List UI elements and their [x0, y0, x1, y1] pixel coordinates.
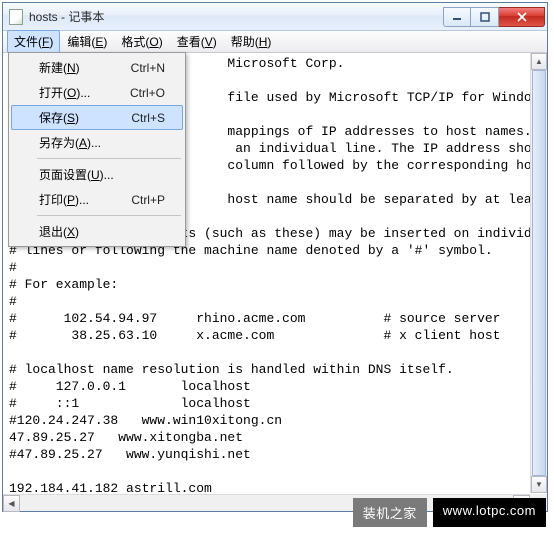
watermark-left: 装机之家	[353, 498, 427, 527]
file-menu-item[interactable]: 打开(O)... Ctrl+O	[11, 80, 183, 105]
menu-item-shortcut: Ctrl+O	[130, 86, 165, 100]
menu-item-shortcut: Ctrl+N	[131, 61, 165, 75]
file-menu-item[interactable]: 另存为(A)...	[11, 130, 183, 155]
menu-separator	[37, 215, 181, 216]
document-icon	[9, 9, 23, 25]
title-left: hosts - 记事本	[3, 8, 104, 25]
menu-item-o[interactable]: 格式(O)	[114, 30, 169, 53]
menubar: 文件(F)编辑(E)格式(O)查看(V)帮助(H)	[3, 31, 547, 53]
menu-item-label: 打开(O)...	[39, 84, 90, 101]
menu-item-shortcut: Ctrl+S	[131, 111, 165, 125]
window-title: hosts - 记事本	[29, 8, 104, 25]
scroll-thumb-v[interactable]	[532, 70, 546, 476]
menu-item-label: 页面设置(U)...	[39, 166, 114, 183]
watermark-right: www.lotpc.com	[433, 498, 546, 527]
menu-item-shortcut: Ctrl+P	[131, 193, 165, 207]
notepad-window: hosts - 记事本 文件(F)编辑(E)格式(O)查看(V)帮助(H) Mi…	[2, 2, 548, 512]
scroll-left-button[interactable]: ◀	[3, 495, 20, 512]
menu-item-h[interactable]: 帮助(H)	[224, 30, 279, 53]
scroll-down-button[interactable]: ▼	[531, 476, 547, 493]
menu-item-label: 打印(P)...	[39, 191, 89, 208]
minimize-button[interactable]	[443, 7, 471, 27]
file-menu-item[interactable]: 退出(X)	[11, 219, 183, 244]
menu-item-label: 另存为(A)...	[39, 134, 101, 151]
file-menu-item[interactable]: 新建(N) Ctrl+N	[11, 55, 183, 80]
titlebar[interactable]: hosts - 记事本	[3, 3, 547, 31]
file-menu-item[interactable]: 保存(S) Ctrl+S	[11, 105, 183, 130]
file-menu-dropdown: 新建(N) Ctrl+N 打开(O)... Ctrl+O 保存(S) Ctrl+S 另存为(…	[8, 52, 186, 247]
file-menu-item[interactable]: 打印(P)... Ctrl+P	[11, 187, 183, 212]
menu-item-label: 新建(N)	[39, 59, 80, 76]
menu-item-f[interactable]: 文件(F)	[7, 30, 60, 53]
vertical-scrollbar[interactable]: ▲ ▼	[530, 53, 547, 493]
close-button[interactable]	[499, 7, 545, 27]
watermark: 装机之家 www.lotpc.com	[353, 498, 546, 527]
menu-item-label: 保存(S)	[39, 109, 79, 126]
menu-item-label: 退出(X)	[39, 223, 79, 240]
menu-separator	[37, 158, 181, 159]
file-menu-item[interactable]: 页面设置(U)...	[11, 162, 183, 187]
menu-item-v[interactable]: 查看(V)	[170, 30, 224, 53]
menu-item-e[interactable]: 编辑(E)	[60, 30, 114, 53]
scroll-up-button[interactable]: ▲	[531, 53, 547, 70]
window-controls	[443, 7, 545, 27]
maximize-button[interactable]	[471, 7, 499, 27]
